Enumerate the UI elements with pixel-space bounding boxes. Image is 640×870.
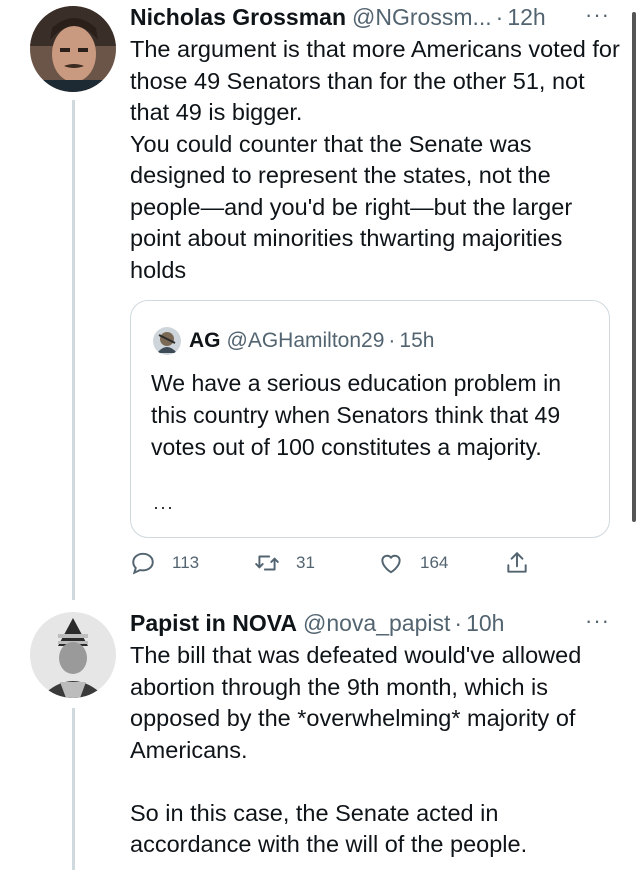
- reply-icon: [132, 552, 154, 575]
- like-button[interactable]: 164: [378, 550, 448, 576]
- tweet-papist-in-nova[interactable]: Papist in NOVA @nova_papist · 10h ··· Th…: [0, 600, 640, 870]
- avatar[interactable]: [30, 612, 116, 698]
- tweet-text: The bill that was defeated would've allo…: [130, 642, 582, 857]
- tweet-text: The argument is that more Americans vote…: [130, 36, 620, 283]
- avatar[interactable]: [30, 6, 116, 92]
- quoted-timestamp: 15h: [399, 329, 435, 352]
- author-handle[interactable]: @NGrossm...: [352, 2, 492, 32]
- thread-line: [72, 100, 75, 600]
- tweet-nicholas-grossman[interactable]: Nicholas Grossman @NGrossm... · 12h ··· …: [0, 0, 640, 600]
- more-options-icon[interactable]: ···: [585, 2, 610, 28]
- author-handle[interactable]: @nova_papist: [303, 608, 450, 638]
- retweet-count: 31: [296, 553, 315, 572]
- quoted-author-handle: @AGHamilton29: [226, 329, 385, 352]
- tweet-header: Nicholas Grossman @NGrossm... · 12h: [130, 2, 620, 32]
- share-button[interactable]: [504, 550, 546, 576]
- quoted-tweet[interactable]: AG @AGHamilton29 · 15h We have a serious…: [130, 300, 610, 538]
- author-name[interactable]: Nicholas Grossman: [130, 2, 346, 32]
- separator: ·: [454, 610, 463, 636]
- like-count: 164: [420, 553, 449, 572]
- separator: ·: [495, 4, 504, 30]
- retweet-button[interactable]: 31: [254, 550, 315, 576]
- retweet-icon: [255, 555, 279, 571]
- quoted-tweet-header: AG @AGHamilton29 · 15h: [153, 327, 434, 355]
- separator: ·: [388, 329, 396, 352]
- like-icon: [381, 554, 401, 574]
- thread-line: [72, 708, 75, 870]
- reply-count: 113: [172, 553, 200, 572]
- share-icon: [507, 552, 527, 573]
- tweet-header: Papist in NOVA @nova_papist · 10h: [130, 608, 620, 638]
- more-options-icon[interactable]: ···: [585, 608, 610, 634]
- quoted-more-ellipsis: ···: [153, 497, 174, 517]
- author-name[interactable]: Papist in NOVA: [130, 608, 297, 638]
- tweet-actions: 113 31 164: [130, 550, 550, 580]
- quoted-avatar: [153, 327, 181, 355]
- reply-button[interactable]: 113: [130, 550, 199, 576]
- quoted-tweet-text: We have a serious education problem in t…: [151, 370, 561, 460]
- quoted-author-name: AG: [189, 329, 221, 352]
- timestamp[interactable]: 10h: [466, 608, 504, 638]
- timestamp[interactable]: 12h: [507, 2, 545, 32]
